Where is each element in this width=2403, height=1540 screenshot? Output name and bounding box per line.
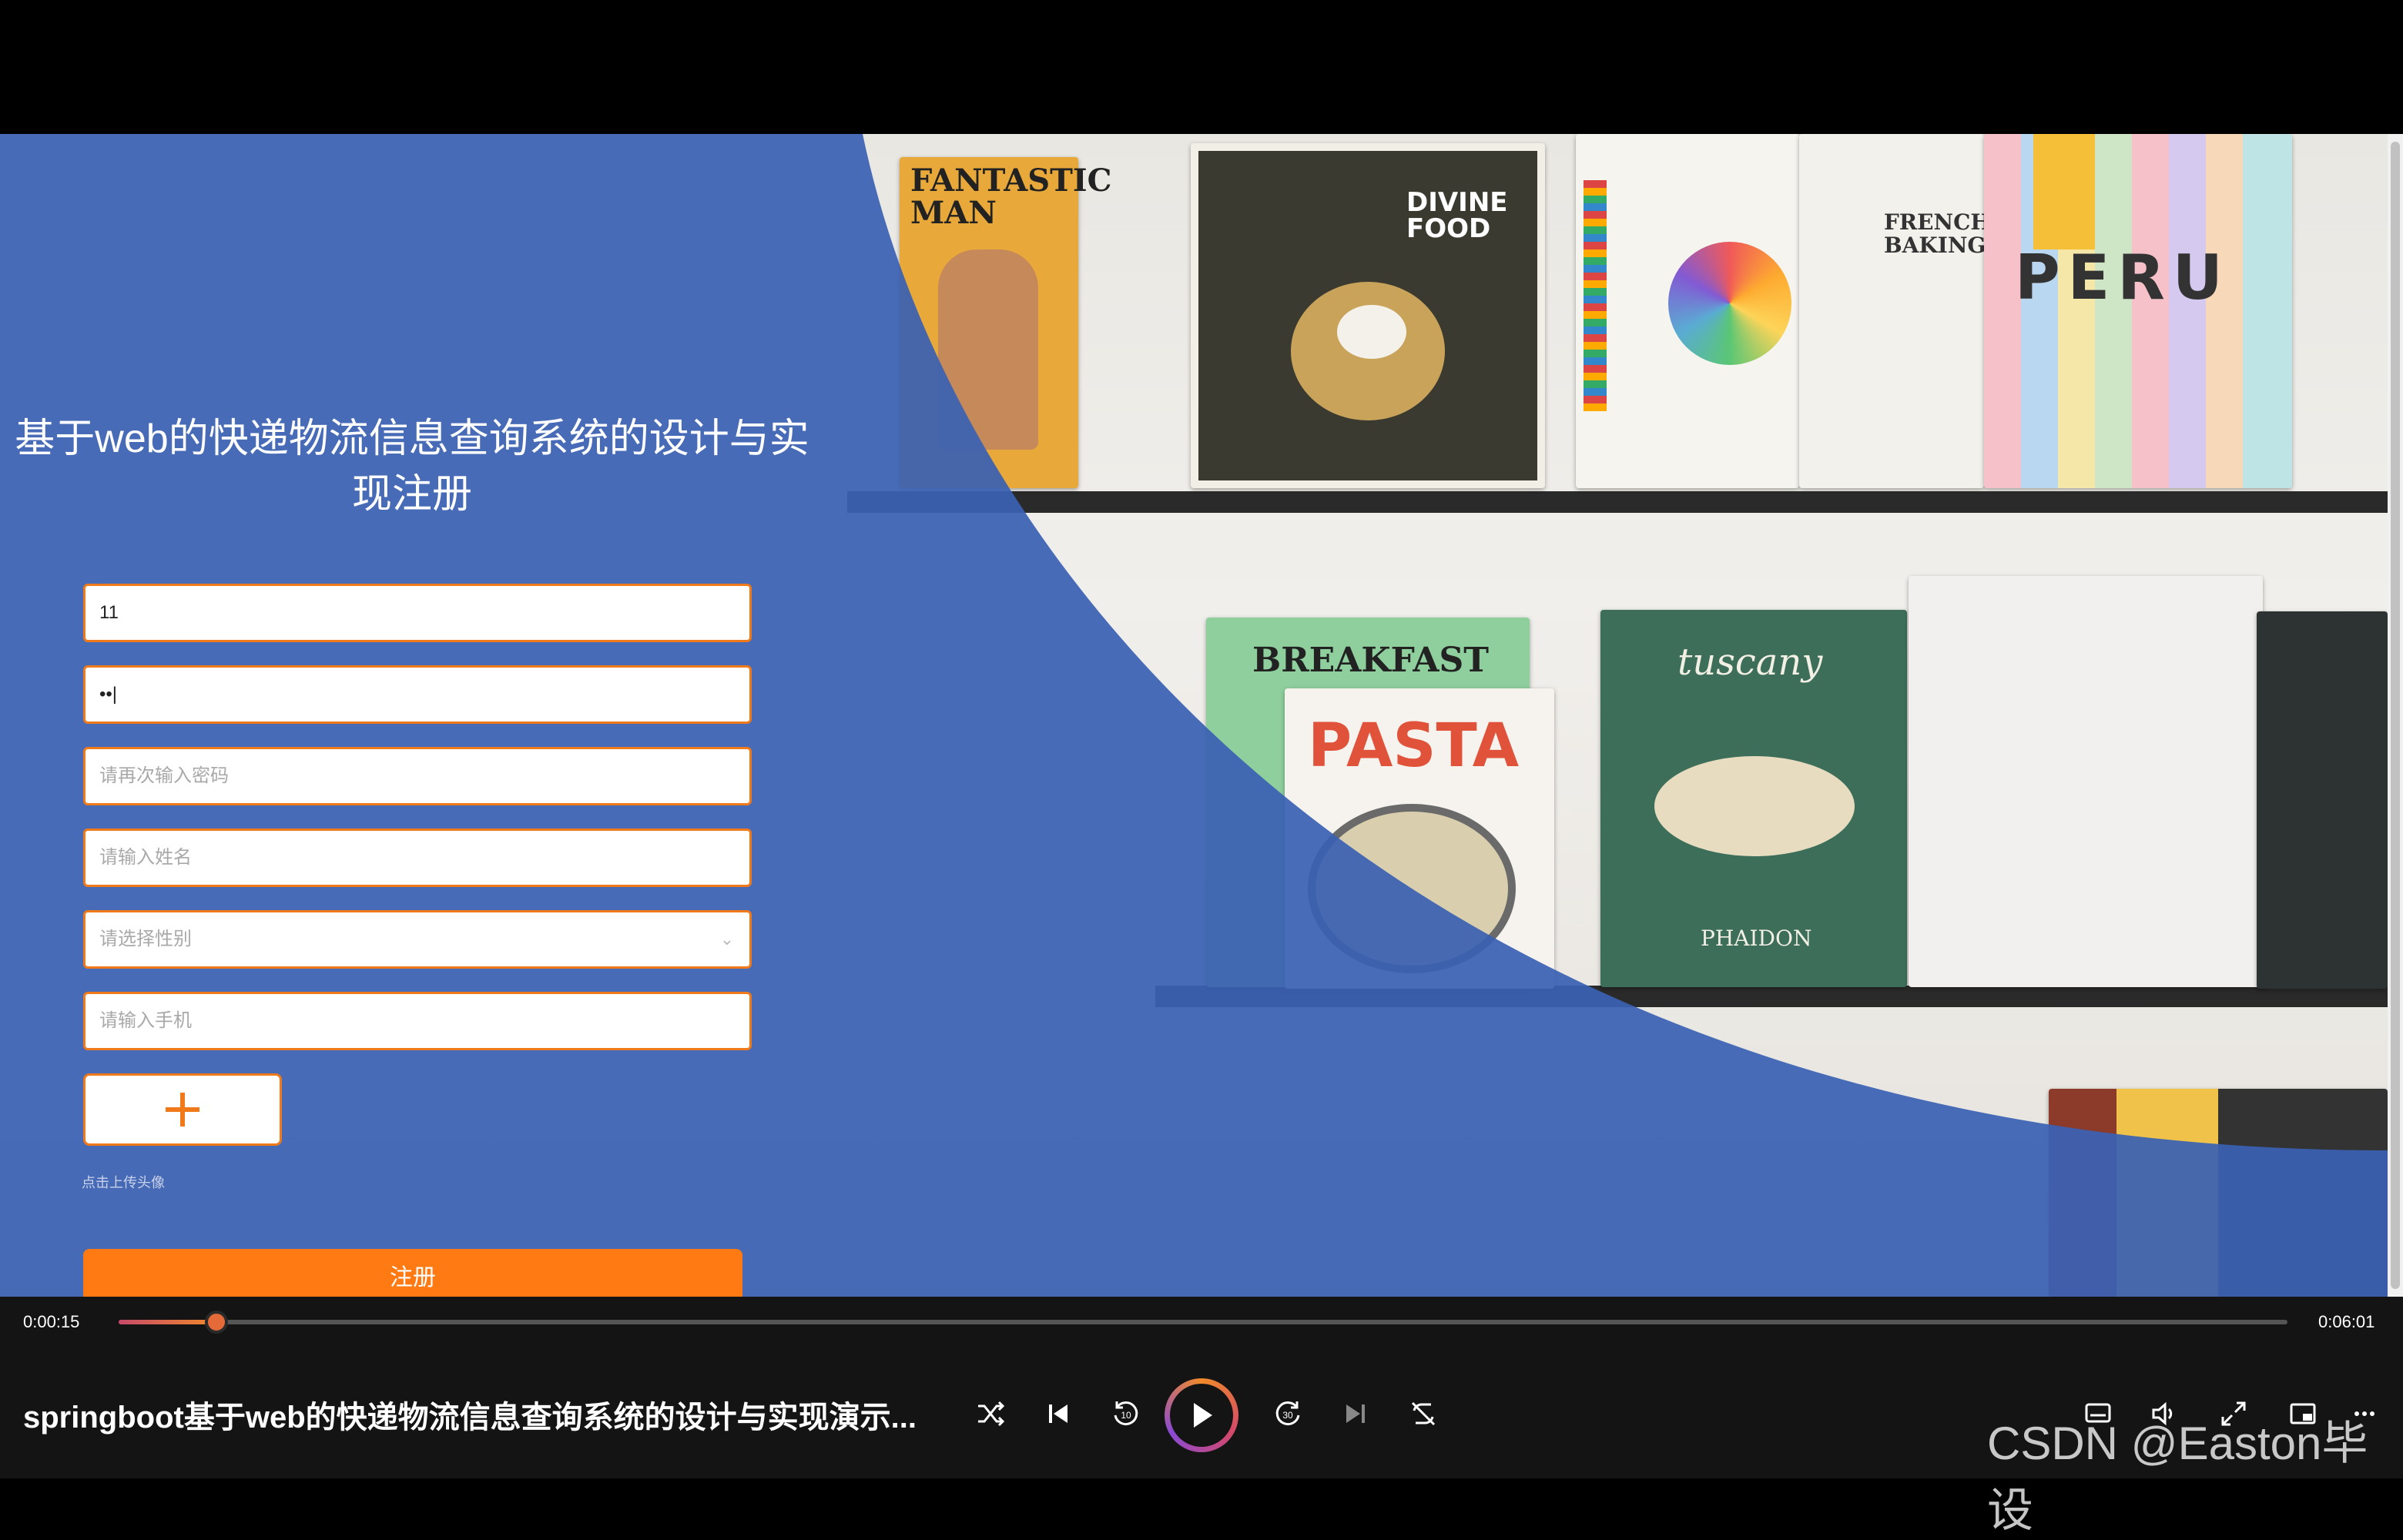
shelf-top	[847, 491, 2388, 513]
username-field[interactable]: 11	[83, 584, 752, 642]
plus-icon	[166, 1093, 199, 1127]
seek-bar[interactable]	[119, 1311, 2287, 1334]
confirm-password-field[interactable]: 请再次输入密码	[83, 747, 752, 805]
repeat-button[interactable]	[1405, 1395, 1442, 1432]
book-tuscany: tuscany PHAIDON	[1600, 610, 1907, 987]
total-time: 0:06:01	[2318, 1312, 2375, 1331]
forward-icon: 30	[1275, 1401, 1300, 1426]
book-bottom-row	[2049, 1089, 2388, 1297]
shelf-middle	[1155, 986, 2388, 1007]
book-white-marble	[1909, 576, 2263, 987]
forward-seconds: 30	[1282, 1410, 1293, 1421]
forward-button[interactable]: 30	[1269, 1395, 1306, 1432]
book-colorful-spine	[1576, 134, 1799, 488]
video-frame: FANTASTIC MAN DIVINE FOOD FRENCH BAKING …	[0, 134, 2388, 1297]
play-button-inner	[1170, 1384, 1233, 1447]
shuffle-icon	[978, 1401, 1005, 1427]
page-title: 基于web的快递物流信息查询系统的设计与实现注册	[15, 417, 809, 517]
book-french-baking: FRENCH BAKING	[1799, 134, 1991, 488]
register-button[interactable]: 注册	[83, 1249, 742, 1297]
next-button[interactable]	[1337, 1395, 1374, 1432]
current-time: 0:00:15	[23, 1312, 80, 1331]
scrollbar-thumb[interactable]	[2391, 142, 2400, 1289]
previous-button[interactable]	[1040, 1395, 1077, 1432]
book-divine-food: DIVINE FOOD	[1191, 143, 1545, 488]
gender-select[interactable]: 请选择性别 ⌄	[83, 910, 752, 969]
avatar-upload-button[interactable]	[83, 1073, 282, 1146]
skip-previous-icon	[1049, 1404, 1067, 1423]
watermark: CSDN @Easton毕设	[1987, 1418, 2368, 1536]
phone-field[interactable]: 请输入手机	[83, 992, 752, 1050]
skip-next-icon	[1346, 1404, 1365, 1423]
book-peru: PERU	[1984, 134, 2292, 488]
page-scrollbar[interactable]	[2388, 134, 2403, 1297]
gender-select-placeholder: 请选择性别	[99, 929, 192, 949]
play-icon	[1194, 1403, 1212, 1428]
seek-bar-progress	[119, 1320, 216, 1324]
shuffle-button[interactable]	[972, 1395, 1009, 1432]
play-button[interactable]	[1165, 1378, 1238, 1452]
repeat-off-icon	[1411, 1401, 1436, 1426]
book-pasta: PASTA	[1285, 688, 1554, 989]
rewind-seconds: 10	[1121, 1410, 1131, 1421]
book-fantastic-man: FANTASTIC MAN	[900, 157, 1111, 488]
rewind-button[interactable]: 10	[1108, 1395, 1145, 1432]
name-field[interactable]: 请输入姓名	[83, 829, 752, 887]
seek-bar-handle[interactable]	[204, 1311, 228, 1334]
book-dark	[2257, 611, 2388, 989]
upload-hint: 点击上传头像	[82, 1175, 165, 1190]
password-field[interactable]: ••|	[83, 665, 752, 724]
chevron-down-icon: ⌄	[719, 929, 734, 949]
video-title: springboot基于web的快递物流信息查询系统的设计与实现演示...	[23, 1401, 917, 1435]
rewind-icon: 10	[1114, 1401, 1138, 1426]
